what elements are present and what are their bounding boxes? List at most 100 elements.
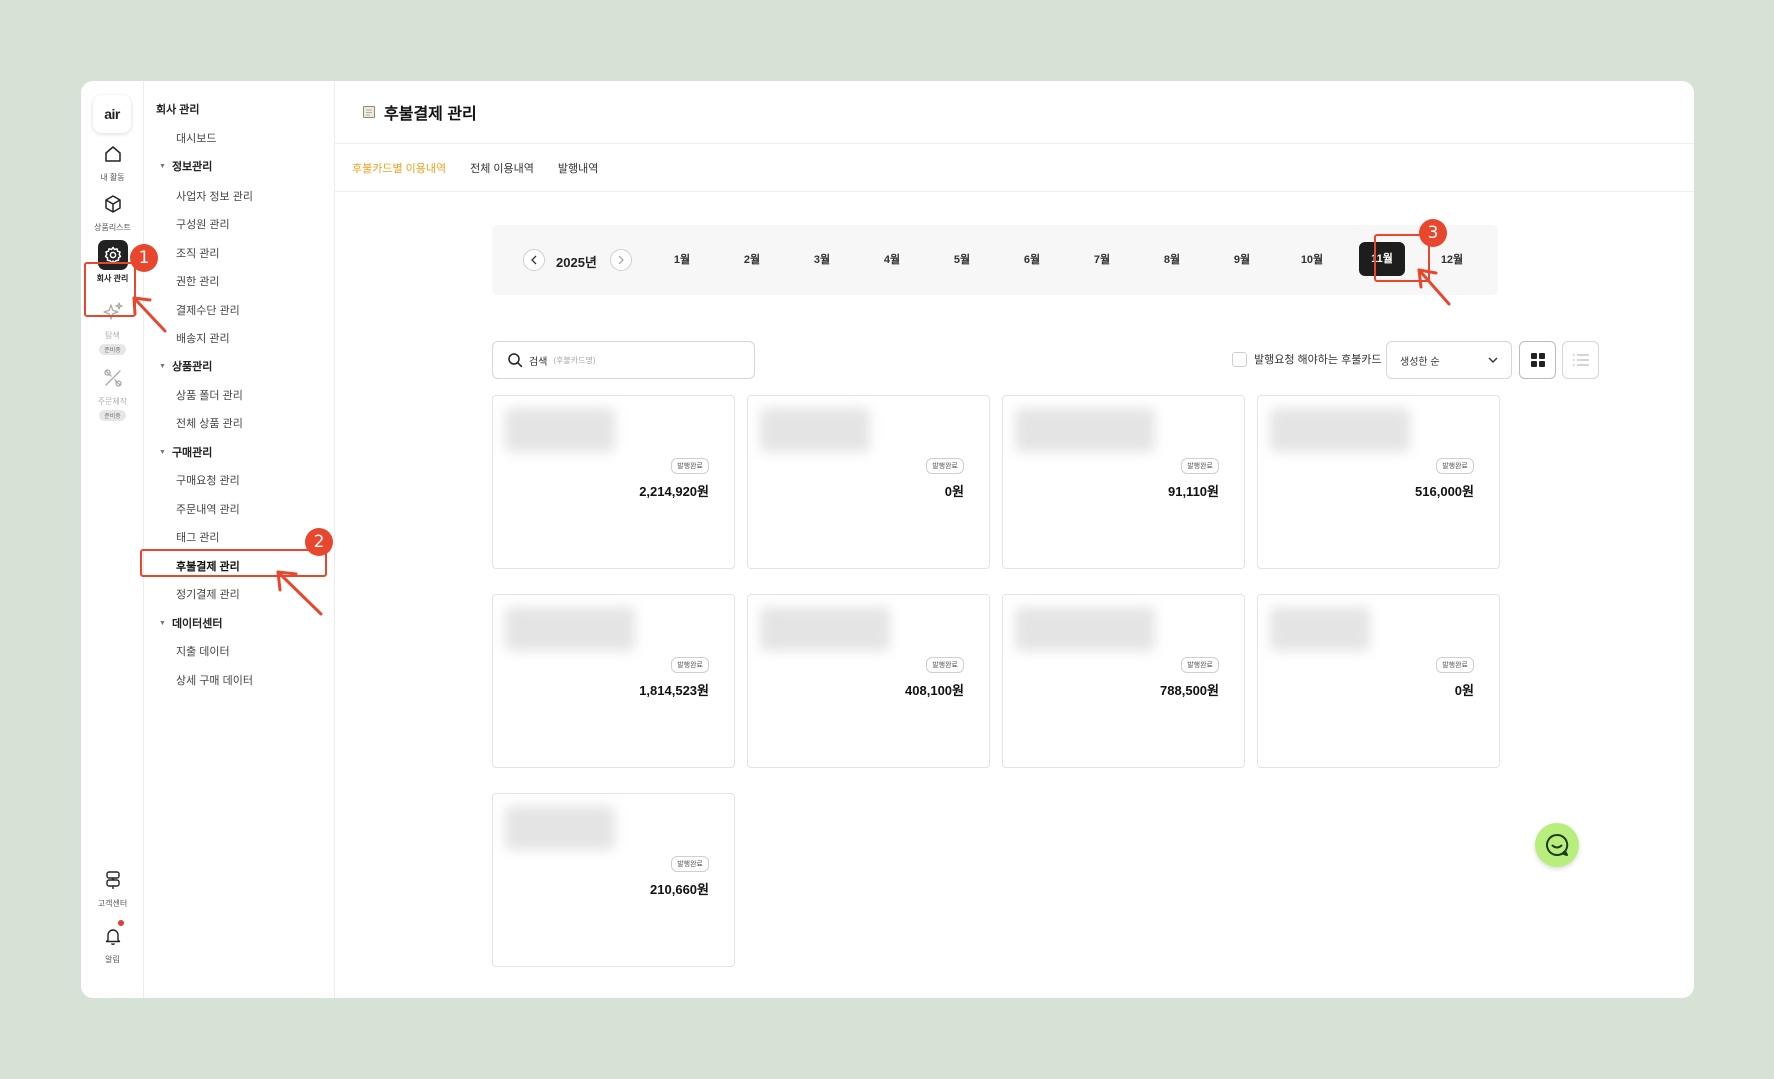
card-amount: 0원 bbox=[1454, 683, 1474, 698]
box-icon bbox=[98, 189, 128, 219]
list-view-button[interactable] bbox=[1562, 341, 1599, 379]
menu-item-permissions[interactable]: 권한 관리 bbox=[176, 273, 220, 289]
rail-label: 내 활동 bbox=[100, 173, 125, 182]
deferred-card[interactable]: 발행완료 210,660원 bbox=[492, 793, 735, 967]
prev-year-button[interactable] bbox=[523, 249, 545, 271]
status-badge: 발행완료 bbox=[926, 657, 964, 673]
annotation-number: 2 bbox=[305, 528, 333, 556]
status-badge: 발행완료 bbox=[671, 856, 709, 872]
search-input[interactable]: 검색 (후불카드명) bbox=[492, 341, 755, 379]
blurred-card-name bbox=[1015, 607, 1155, 651]
menu-group-products[interactable]: ▼ 상품관리 bbox=[159, 358, 212, 374]
rail-item-product-list[interactable]: 상품리스트 bbox=[81, 189, 144, 233]
tools-icon bbox=[98, 363, 128, 393]
chat-icon bbox=[1546, 833, 1569, 856]
month-12[interactable]: 12월 bbox=[1432, 251, 1472, 267]
issue-required-filter[interactable]: 발행요청 해야하는 후불카드 bbox=[1232, 351, 1382, 367]
month-4[interactable]: 4월 bbox=[872, 251, 912, 267]
menu-item-product-folders[interactable]: 상품 폴더 관리 bbox=[176, 387, 243, 403]
rail-label: 상품리스트 bbox=[94, 223, 131, 232]
deferred-card[interactable]: 발행완료 1,814,523원 bbox=[492, 594, 735, 768]
month-7[interactable]: 7월 bbox=[1082, 251, 1122, 267]
tab-all-usage[interactable]: 전체 이용내역 bbox=[470, 160, 534, 176]
chevron-left-icon bbox=[531, 255, 537, 265]
month-6[interactable]: 6월 bbox=[1012, 251, 1052, 267]
signpost-icon bbox=[98, 865, 128, 895]
annotation-number: 1 bbox=[130, 244, 158, 272]
menu-group-data-center[interactable]: ▼ 데이터센터 bbox=[159, 615, 223, 631]
rail-label: 고객센터 bbox=[97, 899, 128, 908]
menu-item-purchase-requests[interactable]: 구매요청 관리 bbox=[176, 472, 240, 488]
menu-item-purchase-detail-data[interactable]: 상세 구매 데이터 bbox=[176, 672, 253, 688]
issue-required-checkbox[interactable] bbox=[1232, 351, 1247, 367]
rail-label: 주문제작 bbox=[97, 397, 128, 406]
document-icon bbox=[363, 106, 375, 118]
menu-item-shipping-addresses[interactable]: 배송지 관리 bbox=[176, 330, 230, 346]
month-9[interactable]: 9월 bbox=[1222, 251, 1262, 267]
bell-icon bbox=[98, 920, 128, 951]
caret-down-icon: ▼ bbox=[159, 162, 166, 170]
status-badge: 발행완료 bbox=[1436, 657, 1474, 673]
page-title: 후불결제 관리 bbox=[384, 106, 477, 123]
deferred-card[interactable]: 발행완료 788,500원 bbox=[1002, 594, 1245, 768]
month-2[interactable]: 2월 bbox=[732, 251, 772, 267]
menu-item-organization[interactable]: 조직 관리 bbox=[176, 245, 220, 261]
month-3[interactable]: 3월 bbox=[802, 251, 842, 267]
tab-issuance[interactable]: 발행내역 bbox=[558, 160, 598, 176]
menu-item-order-history[interactable]: 주문내역 관리 bbox=[176, 501, 240, 517]
month-8[interactable]: 8월 bbox=[1152, 251, 1192, 267]
sort-select[interactable]: 생성한 순 bbox=[1386, 341, 1512, 379]
deferred-card[interactable]: 발행완료 2,214,920원 bbox=[492, 395, 735, 569]
deferred-card[interactable]: 발행완료 0원 bbox=[1257, 594, 1500, 768]
status-badge: 발행완료 bbox=[1181, 458, 1219, 474]
menu-item-spending-data[interactable]: 지출 데이터 bbox=[176, 643, 230, 659]
notification-dot bbox=[117, 920, 124, 926]
menu-item-members[interactable]: 구성원 관리 bbox=[176, 216, 230, 232]
chevron-down-icon bbox=[1488, 357, 1498, 363]
annotation-highlight-company-admin bbox=[84, 262, 136, 317]
coming-soon-badge: 준비중 bbox=[99, 344, 126, 355]
month-1[interactable]: 1월 bbox=[662, 251, 702, 267]
deferred-card[interactable]: 발행완료 91,110원 bbox=[1002, 395, 1245, 569]
blurred-card-name bbox=[760, 408, 870, 452]
grid-view-button[interactable] bbox=[1519, 341, 1556, 379]
main-content: 후불결제 관리 후불카드별 이용내역 전체 이용내역 발행내역 2025년 1월… bbox=[335, 81, 1694, 998]
card-amount: 0원 bbox=[944, 484, 964, 499]
coming-soon-badge: 준비중 bbox=[99, 410, 126, 421]
status-badge: 발행완료 bbox=[1436, 458, 1474, 474]
next-year-button[interactable] bbox=[610, 249, 632, 271]
search-placeholder: (후불카드명) bbox=[553, 355, 596, 365]
menu-item-recurring-payment[interactable]: 정기결제 관리 bbox=[176, 586, 240, 602]
card-amount: 408,100원 bbox=[905, 683, 964, 698]
year-label: 2025년 bbox=[556, 255, 597, 270]
month-10[interactable]: 10월 bbox=[1292, 251, 1332, 267]
rail-item-my-activity[interactable]: 내 활동 bbox=[81, 139, 144, 183]
menu-item-dashboard[interactable]: 대시보드 bbox=[176, 130, 216, 146]
app-logo[interactable]: air bbox=[93, 95, 131, 133]
deferred-card[interactable]: 발행완료 408,100원 bbox=[747, 594, 990, 768]
month-5[interactable]: 5월 bbox=[942, 251, 982, 267]
menu-group-info[interactable]: ▼ 정보관리 bbox=[159, 158, 212, 174]
menu-item-tags[interactable]: 태그 관리 bbox=[176, 529, 220, 545]
page-header: 후불결제 관리 bbox=[335, 81, 1694, 144]
caret-down-icon: ▼ bbox=[159, 448, 166, 456]
issue-required-label: 발행요청 해야하는 후불카드 bbox=[1254, 354, 1382, 366]
deferred-card[interactable]: 발행완료 516,000원 bbox=[1257, 395, 1500, 569]
rail-item-customer-center[interactable]: 고객센터 bbox=[81, 865, 144, 909]
rail-item-custom-order[interactable]: 주문제작 준비중 bbox=[81, 363, 144, 421]
home-icon bbox=[98, 139, 128, 169]
list-icon bbox=[1572, 354, 1589, 366]
chat-button[interactable] bbox=[1535, 823, 1579, 867]
deferred-card[interactable]: 발행완료 0원 bbox=[747, 395, 990, 569]
tab-bar: 후불카드별 이용내역 전체 이용내역 발행내역 bbox=[335, 144, 1694, 192]
blurred-card-name bbox=[505, 408, 615, 452]
menu-item-payment-methods[interactable]: 결제수단 관리 bbox=[176, 302, 240, 318]
menu-group-purchasing[interactable]: ▼ 구매관리 bbox=[159, 444, 212, 460]
status-badge: 발행완료 bbox=[671, 657, 709, 673]
menu-item-all-products[interactable]: 전체 상품 관리 bbox=[176, 415, 243, 431]
annotation-number: 3 bbox=[1419, 219, 1447, 247]
rail-label: 알림 bbox=[105, 955, 120, 964]
menu-item-business-info[interactable]: 사업자 정보 관리 bbox=[176, 188, 253, 204]
tab-usage-by-card[interactable]: 후불카드별 이용내역 bbox=[352, 160, 446, 176]
rail-item-notifications[interactable]: 알림 bbox=[81, 920, 144, 965]
